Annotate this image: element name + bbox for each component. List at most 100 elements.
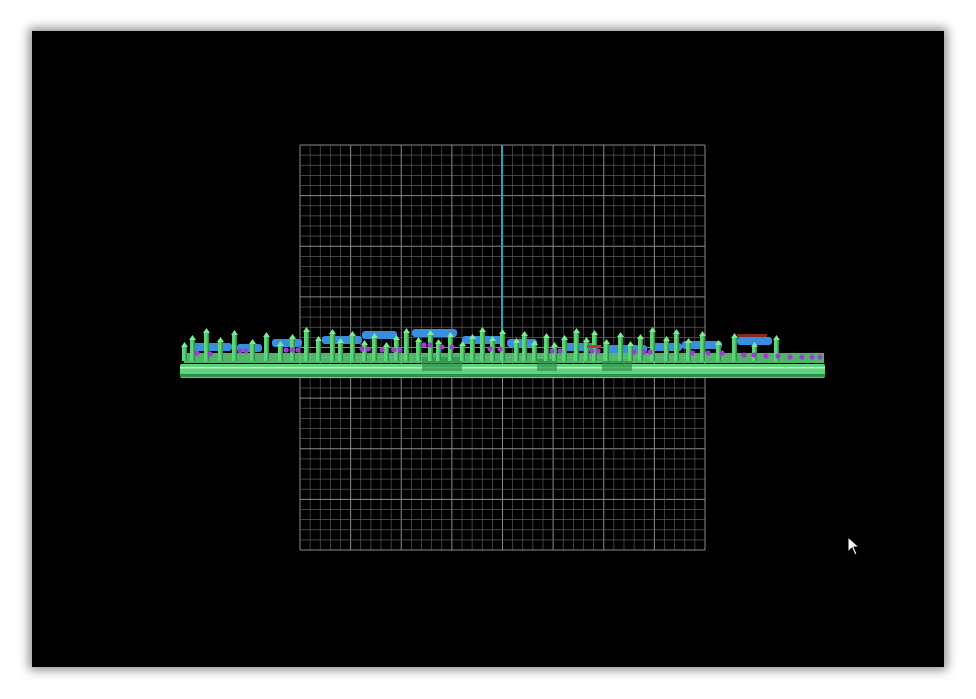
component-pillar-shade — [703, 336, 705, 361]
viewport-canvas[interactable] — [32, 31, 944, 667]
component-pillar-shade — [577, 333, 579, 361]
component-pillar-shade — [375, 338, 377, 361]
component-marker — [557, 348, 563, 354]
component-marker — [487, 346, 493, 352]
component-pillar-shade — [253, 344, 255, 361]
component-pillar-shade — [463, 346, 465, 361]
component-marker — [427, 342, 433, 348]
component-pillar-cap — [217, 337, 224, 342]
component-pillar-shade — [221, 342, 223, 361]
component-pillar-cap — [263, 332, 270, 337]
component-pillar-cap — [289, 334, 296, 339]
arrow-pointer-icon — [847, 536, 861, 556]
component-accent — [587, 345, 601, 348]
component-pillar-cap — [415, 337, 422, 342]
component-pillar-cap — [685, 338, 692, 343]
board-block — [602, 361, 632, 371]
component-pillar-cap — [521, 331, 528, 336]
component-pillar-cap — [731, 333, 738, 338]
component-pillar-cap — [637, 334, 644, 339]
component-marker — [631, 349, 637, 355]
board-base-highlight — [180, 367, 825, 369]
component-marker — [365, 346, 371, 352]
component-pillar-shade — [333, 334, 335, 361]
3d-viewport[interactable] — [32, 31, 944, 667]
component-marker — [207, 351, 213, 357]
component-marker — [689, 350, 695, 356]
component-pillar-cap — [573, 328, 580, 333]
component-marker — [763, 353, 769, 359]
component-pillar-shade — [565, 340, 567, 361]
component-marker — [379, 347, 385, 353]
component-pillar-shade — [621, 337, 623, 361]
component-pillar-shade — [407, 333, 409, 361]
component-pillar-cap — [773, 335, 780, 340]
component-pillar-shade — [653, 332, 655, 361]
component-pillar-cap — [499, 329, 506, 334]
component-pillar-shade — [387, 347, 389, 361]
board-base-shadow — [180, 374, 825, 377]
component-marker — [295, 347, 301, 353]
component-marker — [449, 344, 455, 350]
component-marker — [787, 354, 793, 360]
component-pillar-shade — [517, 343, 519, 361]
component-marker — [705, 350, 711, 356]
component-marker — [741, 352, 747, 358]
component-pillar-cap — [551, 342, 558, 347]
component-marker — [194, 350, 200, 356]
component-pillar-cap — [627, 341, 634, 346]
component-pillar-cap — [303, 327, 310, 332]
component-pillar-shade — [667, 341, 669, 361]
component-pillar-shade — [207, 333, 209, 361]
board-model[interactable] — [180, 327, 825, 378]
component-pillar-cap — [349, 331, 356, 336]
component-pillar-shade — [555, 347, 557, 361]
component-pillar-shade — [525, 336, 527, 361]
component-marker — [439, 344, 445, 350]
component-pillar-cap — [383, 342, 390, 347]
component-pillar-cap — [663, 336, 670, 341]
component-pillar-shade — [353, 336, 355, 361]
component-pillar-shade — [503, 334, 505, 361]
component-pillar-cap — [231, 330, 238, 335]
component-marker — [497, 346, 503, 352]
component-pillar-cap — [617, 332, 624, 337]
component-pillar-cap — [203, 328, 210, 333]
component-pillar-cap — [403, 328, 410, 333]
component-marker — [549, 348, 555, 354]
component-pillar-cap — [649, 327, 656, 332]
component-pillar-shade — [493, 341, 495, 361]
component-pillar-shade — [193, 340, 195, 361]
component-marker — [775, 353, 781, 359]
component-pillar-cap — [479, 327, 486, 332]
component-pillar-cap — [315, 336, 322, 341]
component-pillar-shade — [235, 335, 237, 361]
component-pillar-cap — [181, 342, 188, 347]
component-pillar-shade — [267, 337, 269, 361]
component-pillar-shade — [607, 344, 609, 361]
component-marker — [359, 346, 365, 352]
component-pillar-shade — [185, 347, 187, 361]
component-marker — [289, 347, 295, 353]
component-marker — [751, 352, 757, 358]
component-pillar-shade — [319, 341, 321, 361]
component-pad — [272, 339, 302, 347]
component-marker — [595, 348, 601, 354]
component-pillar-cap — [591, 330, 598, 335]
component-marker — [237, 348, 243, 354]
component-pillar-shade — [281, 346, 283, 361]
component-pillar-shade — [587, 342, 589, 361]
component-marker — [647, 349, 653, 355]
component-pad — [362, 331, 397, 339]
component-pad — [192, 343, 232, 351]
component-marker — [719, 350, 725, 356]
component-pillar-shade — [307, 332, 309, 361]
component-pillar-cap — [435, 339, 442, 344]
component-pillar-cap — [543, 333, 550, 338]
component-pillar-cap — [361, 340, 368, 345]
component-pillar-shade — [419, 342, 421, 361]
component-marker — [391, 347, 397, 353]
component-accent — [737, 334, 767, 337]
component-marker — [641, 349, 647, 355]
component-pillar-shade — [735, 338, 737, 361]
